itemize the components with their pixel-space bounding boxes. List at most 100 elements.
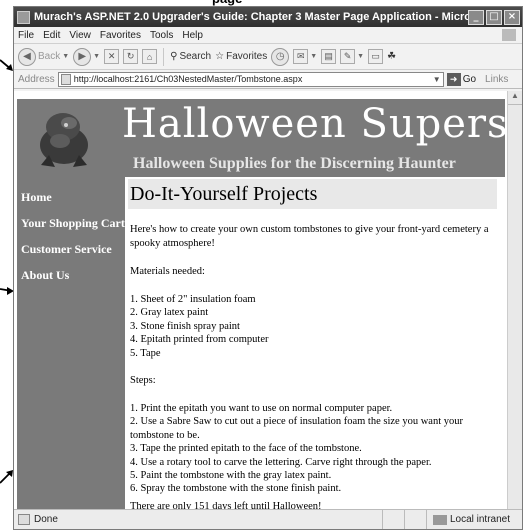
star-icon: ☆	[215, 51, 225, 62]
menu-bar: File Edit View Favorites Tools Help	[14, 27, 522, 44]
main-content: Do-It-Yourself Projects Here's how to cr…	[125, 177, 505, 511]
callout-arrow	[0, 287, 14, 295]
list-item: 3. Tape the printed epitath to the face …	[130, 443, 362, 455]
intranet-icon	[432, 514, 447, 525]
nav-customer-service[interactable]: Customer Service	[17, 236, 125, 262]
nav-shopping-cart[interactable]: Your Shopping Cart	[17, 210, 125, 236]
nav-about-us[interactable]: About Us	[17, 262, 125, 288]
page-icon	[60, 73, 71, 85]
site-sidebar: Home Your Shopping Cart Customer Service…	[17, 177, 125, 511]
page-viewport: Halloween Superstore Halloween Supplies …	[14, 91, 508, 511]
list-item: 5. Paint the tombstone with the gray lat…	[130, 470, 332, 482]
list-item: 5. Tape	[130, 347, 161, 359]
stop-icon: ✕	[104, 49, 120, 64]
address-input[interactable]: http://localhost:2161/Ch03NestedMaster/T…	[57, 71, 444, 87]
edit-icon: ✎	[340, 49, 356, 64]
menu-favorites[interactable]: Favorites	[100, 30, 141, 41]
menu-tools[interactable]: Tools	[150, 30, 173, 41]
links-button[interactable]: Links	[485, 74, 508, 85]
menu-file[interactable]: File	[18, 30, 34, 41]
discuss-button[interactable]: ▭	[368, 49, 384, 64]
materials-label: Materials needed:	[130, 266, 205, 277]
favorites-button[interactable]: ☆ Favorites	[215, 51, 267, 62]
intro-text: Here's how to create your own custom tom…	[130, 224, 489, 249]
menu-view[interactable]: View	[69, 30, 91, 41]
print-button[interactable]: ▤	[321, 49, 337, 64]
toolbar-divider	[163, 47, 165, 66]
address-bar: Address http://localhost:2161/Ch03Nested…	[14, 70, 522, 89]
list-item: 1. Sheet of 2" insulation foam	[130, 294, 256, 305]
list-item: 4. Epitath printed from computer	[130, 334, 269, 346]
mail-button[interactable]: ✉ ▼	[293, 49, 317, 64]
title-bar[interactable]: Murach's ASP.NET 2.0 Upgrader's Guide: C…	[14, 7, 522, 27]
go-arrow-icon: ➜	[446, 72, 461, 86]
list-item: 1. Print the epitath you want to use on …	[130, 403, 393, 415]
status-cell	[381, 509, 404, 529]
maximize-button[interactable]: □	[486, 9, 502, 25]
web-page: Halloween Superstore Halloween Supplies …	[17, 99, 508, 511]
chevron-down-icon: ▼	[93, 53, 101, 60]
discuss-icon: ▭	[368, 49, 384, 64]
search-icon: ⚲	[170, 51, 178, 62]
edit-button[interactable]: ✎ ▼	[340, 49, 364, 64]
back-arrow-icon: ◀	[18, 47, 36, 66]
forward-button[interactable]: ▶ ▼	[73, 47, 101, 66]
status-bar: Done Local intranet	[14, 509, 522, 529]
vertical-scrollbar[interactable]: ▲	[507, 91, 522, 511]
scroll-up-icon[interactable]: ▲	[508, 91, 522, 105]
steps-list: 1. Print the epitath you want to use on …	[130, 402, 499, 496]
witch-mascot-icon	[40, 113, 88, 167]
callout-arrow	[0, 470, 13, 484]
messenger-icon: ☘	[387, 51, 397, 62]
browser-window: Murach's ASP.NET 2.0 Upgrader's Guide: C…	[13, 6, 523, 530]
list-item: 2. Gray latex paint	[130, 307, 209, 319]
go-label: Go	[462, 73, 477, 85]
minimize-button[interactable]: _	[468, 9, 484, 25]
list-item: 4. Use a rotary tool to carve the letter…	[130, 456, 432, 468]
page-done-icon	[18, 514, 30, 525]
close-button[interactable]: ×	[504, 9, 520, 25]
history-button[interactable]: ◷	[271, 47, 290, 66]
windows-logo-icon	[502, 29, 516, 41]
list-item: 2. Use a Sabre Saw to cut out a piece of…	[130, 416, 463, 441]
history-icon: ◷	[271, 47, 290, 66]
favorites-label: Favorites	[226, 51, 268, 62]
refresh-icon: ↻	[123, 49, 139, 64]
site-tagline: Halloween Supplies for the Discerning Ha…	[133, 155, 456, 172]
security-zone: Local intranet	[425, 509, 522, 529]
chevron-down-icon: ▼	[357, 53, 365, 60]
menu-edit[interactable]: Edit	[43, 30, 60, 41]
back-button[interactable]: ◀ Back ▼	[18, 47, 70, 66]
nav-home[interactable]: Home	[17, 184, 125, 210]
menu-help[interactable]: Help	[182, 30, 203, 41]
refresh-button[interactable]: ↻	[123, 49, 139, 64]
chevron-down-icon: ▼	[310, 53, 318, 60]
go-button[interactable]: ➜ Go	[446, 72, 477, 86]
stop-button[interactable]: ✕	[104, 49, 120, 64]
list-item: 6. Spray the tombstone with the stone fi…	[130, 483, 342, 495]
home-button[interactable]: ⌂	[142, 49, 158, 64]
back-label: Back	[38, 51, 61, 62]
forward-arrow-icon: ▶	[73, 47, 92, 66]
page-heading: Do-It-Yourself Projects	[128, 179, 497, 209]
home-icon: ⌂	[142, 49, 158, 64]
status-text: Done	[34, 514, 58, 525]
search-button[interactable]: ⚲ Search	[170, 51, 211, 62]
chevron-down-icon[interactable]: ▼	[431, 75, 443, 84]
mail-icon: ✉	[293, 49, 309, 64]
zone-label: Local intranet	[449, 514, 510, 525]
window-title: Murach's ASP.NET 2.0 Upgrader's Guide: C…	[34, 11, 468, 23]
list-item: 3. Stone finish spray paint	[130, 320, 240, 332]
messenger-button[interactable]: ☘	[387, 51, 396, 62]
print-icon: ▤	[321, 49, 337, 64]
search-label: Search	[179, 51, 212, 62]
materials-list: 1. Sheet of 2" insulation foam 2. Gray l…	[130, 293, 499, 360]
toolbar: ◀ Back ▼ ▶ ▼ ✕ ↻ ⌂ ⚲ Search ☆ Favorites …	[14, 44, 522, 70]
steps-label: Steps:	[130, 375, 156, 387]
address-label: Address	[18, 73, 55, 85]
site-title: Halloween Superstore	[122, 101, 508, 147]
site-header: Halloween Superstore Halloween Supplies …	[17, 99, 508, 177]
address-url: http://localhost:2161/Ch03NestedMaster/T…	[73, 74, 303, 84]
ie-icon	[17, 10, 30, 24]
chevron-down-icon: ▼	[62, 53, 70, 60]
